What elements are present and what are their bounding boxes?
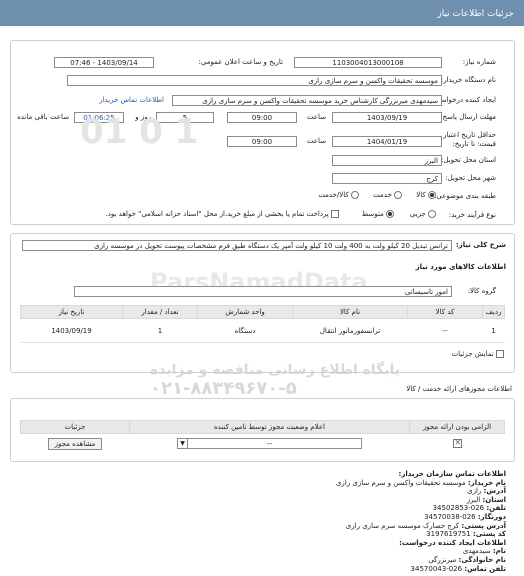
show-details-checkbox[interactable]: نمایش جزئیات: [452, 350, 504, 358]
page-title: جزئیات اطلاعات نیاز: [437, 9, 514, 19]
checkbox-icon[interactable]: [331, 210, 339, 218]
validity-date-field[interactable]: 1404/01/19: [332, 136, 442, 147]
permits-section-title: اطلاعات مجوزهای ارائه خدمت / کالا: [406, 385, 512, 393]
reply-deadline-label: مهلت ارسال پاسخ: تا: [433, 113, 496, 121]
radio-icon[interactable]: [351, 191, 359, 199]
goods-group-label: گروه کالا:: [467, 287, 496, 295]
checkbox-icon[interactable]: [496, 350, 504, 358]
contact-postal-code: کد پستی: 3197619751: [426, 530, 506, 539]
cell-details: مشاهده مجوز: [21, 434, 130, 454]
cell-code: --: [407, 318, 483, 343]
col-row: ردیف: [482, 305, 505, 319]
permits-table: الزامی بودن ارائه مجوز اعلام وضعیت مجوز …: [20, 420, 505, 454]
contact-title: اطلاعات تماس سازمان خریدار:: [398, 470, 506, 478]
col-name: نام کالا: [292, 305, 408, 319]
need-number-field[interactable]: 1103004013000108: [294, 57, 442, 68]
remaining-time-field[interactable]: 01:06:25: [74, 112, 124, 123]
contact-buyer-name: نام خریدار: موسسه تحقیقات واکسن و سرم سا…: [335, 478, 506, 487]
validity-label: حداقل تاریخ اعتبار: [443, 131, 496, 139]
table-row: ✕ -- ▼ مشاهده مجوز: [21, 434, 505, 454]
payment-treasury-checkbox[interactable]: پرداخت تمام یا بخشی از مبلغ خرید،از محل …: [106, 210, 339, 218]
contact-postal-address: آدرس پستی: کرج حصارک موسسه سرم سازی رازی: [345, 521, 506, 530]
cell-unit: دستگاه: [197, 318, 293, 343]
cell-qty: 1: [122, 318, 198, 343]
creator-last-name: نام خانوادگی: میرنزرگی: [428, 555, 506, 564]
cell-date: 1403/09/19: [20, 318, 123, 343]
city-field[interactable]: کرج: [332, 173, 442, 184]
validity-label-2: قیمت: تا تاریخ:: [452, 140, 496, 148]
days-field[interactable]: 5: [156, 112, 214, 123]
category-radio-goods-service[interactable]: کالا/خدمت: [318, 191, 359, 199]
page-header: جزئیات اطلاعات نیاز: [0, 0, 524, 26]
buyer-label: نام دستگاه خریدار:: [440, 76, 496, 84]
goods-panel: [10, 233, 515, 373]
validity-time-label: ساعت: [306, 137, 326, 145]
view-permit-button[interactable]: مشاهده مجوز: [47, 437, 103, 450]
need-number-label: شماره نیاز:: [462, 58, 496, 66]
goods-section-title: اطلاعات کالاهای مورد نیاز: [415, 263, 506, 271]
buyer-field[interactable]: موسسه تحقیقات واکسن و سرم سازی رازی: [67, 75, 442, 86]
radio-icon[interactable]: [394, 191, 402, 199]
cell-row: 1: [482, 318, 505, 343]
col-required: الزامی بودن ارائه مجوز: [409, 420, 505, 434]
watermark-phone: ۰۲۱-۸۸۳۴۹۶۷۰-۵: [150, 378, 297, 399]
table-row[interactable]: 1 -- ترانسفورماتور انتقال دستگاه 1 1403/…: [20, 318, 505, 343]
contact-province: استان: البرز: [466, 495, 506, 504]
category-radio-goods[interactable]: کالا: [416, 191, 436, 199]
category-label: طبقه بندی موضوعی:: [434, 192, 496, 200]
chevron-down-icon[interactable]: ▼: [178, 439, 188, 449]
cell-name: ترانسفورماتور انتقال: [292, 318, 408, 343]
summary-field[interactable]: ترانس تبدیل 20 کیلو ولت به 400 ولت 10 کی…: [22, 240, 452, 251]
reply-date-field[interactable]: 1403/09/19: [332, 112, 442, 123]
contact-phone: تلفن: 026-34502853: [432, 504, 506, 513]
radio-icon[interactable]: [428, 191, 436, 199]
cross-icon: ✕: [454, 438, 462, 448]
disabled-checkbox-icon: ✕: [452, 438, 462, 449]
contact-address: آدرس: رازی: [467, 487, 506, 496]
col-unit: واحد شمارش: [197, 305, 293, 319]
col-date: تاریخ نیاز: [20, 305, 123, 319]
creator-title: اطلاعات ایجاد کننده درخواست:: [399, 538, 506, 547]
remaining-label: ساعت باقی مانده: [17, 113, 69, 121]
col-details: جزئیات: [20, 420, 130, 434]
creator-phone: تلفن تماس: 026-34570043: [410, 564, 506, 573]
announce-field[interactable]: 1403/09/14 - 07:46: [54, 57, 154, 68]
summary-label: شرح کلی نیاز:: [455, 241, 506, 249]
category-radio-service[interactable]: خدمت: [373, 191, 402, 199]
creator-field[interactable]: سیدمهدی میرنزرگی کارشناس خرید موسسه تحقی…: [172, 95, 442, 106]
validity-time-field[interactable]: 09:00: [227, 136, 297, 147]
cell-required: ✕: [410, 434, 505, 454]
goods-group-field[interactable]: امور تاسیساتی: [74, 286, 452, 297]
cell-status: -- ▼: [130, 434, 410, 454]
reply-time-label: ساعت: [306, 113, 326, 121]
permit-status-select[interactable]: -- ▼: [177, 438, 362, 450]
process-label: نوع فرآیند خرید:: [448, 211, 496, 219]
reply-time-field[interactable]: 09:00: [227, 112, 297, 123]
province-field[interactable]: البرز: [332, 155, 442, 166]
city-label: شهر محل تحویل:: [445, 174, 496, 182]
permits-table-header: الزامی بودن ارائه مجوز اعلام وضعیت مجوز …: [20, 420, 505, 434]
days-label: روز و: [135, 113, 151, 121]
process-radio-minor[interactable]: جزیی: [410, 210, 436, 218]
goods-table: ردیف کد کالا نام کالا واحد شمارش تعداد /…: [20, 305, 505, 343]
process-radio-medium[interactable]: متوسط: [362, 210, 394, 218]
col-qty: تعداد / مقدار: [122, 305, 198, 319]
announce-label: تاریخ و ساعت اعلان عمومی:: [198, 58, 283, 66]
buyer-contact-link[interactable]: اطلاعات تماس خریدار: [99, 96, 164, 104]
contact-fax: دورنگار: 026-34570038: [424, 512, 506, 521]
col-status: اعلام وضعیت مجوز توسط تامین کننده: [129, 420, 410, 434]
creator-first-name: نام: سیدمهدی: [462, 547, 506, 556]
goods-table-header: ردیف کد کالا نام کالا واحد شمارش تعداد /…: [20, 305, 505, 319]
province-label: استان محل تحویل:: [441, 156, 496, 164]
radio-icon[interactable]: [386, 210, 394, 218]
radio-icon[interactable]: [428, 210, 436, 218]
col-code: کد کالا: [407, 305, 483, 319]
contact-info: اطلاعات تماس سازمان خریدار: نام خریدار: …: [16, 470, 506, 573]
